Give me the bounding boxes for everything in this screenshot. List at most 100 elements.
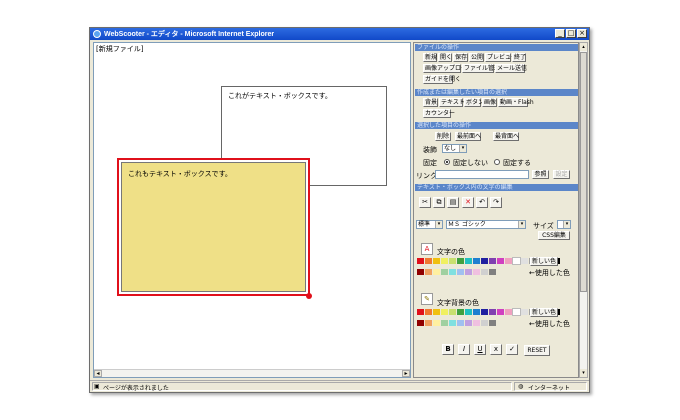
redo-icon[interactable]: ↷ xyxy=(490,197,502,208)
scroll-left-icon[interactable]: ◂ xyxy=(94,370,102,377)
delete-icon[interactable]: ✕ xyxy=(462,197,474,208)
color-swatch[interactable] xyxy=(489,320,496,326)
used-bg-color-palette[interactable] xyxy=(417,320,497,326)
text-button[interactable]: テキスト xyxy=(439,98,465,107)
size-select[interactable]: ▾ xyxy=(557,220,571,229)
video-flash-button[interactable]: 動画・Flash xyxy=(498,98,534,107)
color-swatch[interactable] xyxy=(457,309,464,315)
send-back-button[interactable]: 最背面へ xyxy=(493,132,519,141)
highlighter-icon[interactable]: ✎ xyxy=(421,293,433,305)
text-color-icon[interactable]: A xyxy=(421,243,433,255)
resize-handle[interactable] xyxy=(306,293,312,299)
color-swatch[interactable] xyxy=(481,269,488,275)
editor-canvas[interactable]: [新規ファイル] これがテキスト・ボックスです。 これもテキスト・ボックスです。… xyxy=(93,42,411,378)
image-upload-button[interactable]: 画像アップロード xyxy=(423,64,473,73)
color-swatch[interactable] xyxy=(481,320,488,326)
color-swatch[interactable] xyxy=(425,320,432,326)
bold-button[interactable]: B xyxy=(442,344,454,355)
color-swatch[interactable] xyxy=(433,269,440,275)
color-swatch[interactable] xyxy=(481,309,488,315)
color-swatch[interactable] xyxy=(465,258,472,264)
color-swatch[interactable] xyxy=(505,309,512,315)
color-swatch[interactable] xyxy=(497,309,504,315)
color-swatch[interactable] xyxy=(417,258,424,264)
publish-button[interactable]: 公開 xyxy=(469,53,484,62)
color-swatch[interactable] xyxy=(457,258,464,264)
color-swatch[interactable] xyxy=(441,309,448,315)
font-size-select[interactable]: 標準 ▾ xyxy=(416,220,443,229)
color-swatch[interactable] xyxy=(489,258,496,264)
cut-icon[interactable]: ✂ xyxy=(419,197,431,208)
exit-button[interactable]: 終了 xyxy=(512,53,526,62)
color-swatch[interactable] xyxy=(433,258,440,264)
bring-front-button[interactable]: 最前面へ xyxy=(455,132,481,141)
scroll-right-icon[interactable]: ▸ xyxy=(402,370,410,377)
color-swatch[interactable] xyxy=(457,269,464,275)
color-swatch[interactable] xyxy=(481,258,488,264)
color-swatch[interactable] xyxy=(425,258,432,264)
color-swatch[interactable] xyxy=(417,309,424,315)
color-swatch[interactable] xyxy=(465,320,472,326)
color-swatch[interactable] xyxy=(512,308,521,316)
horizontal-scrollbar[interactable]: ◂ ▸ xyxy=(94,369,410,377)
background-button[interactable]: 背景 xyxy=(423,98,438,107)
fix-on-radio[interactable] xyxy=(494,159,500,165)
color-swatch[interactable] xyxy=(433,309,440,315)
color-swatch[interactable] xyxy=(473,258,480,264)
color-swatch[interactable] xyxy=(425,269,432,275)
file-manager-button[interactable]: ファイル管理 xyxy=(462,64,500,73)
undo-icon[interactable]: ↶ xyxy=(476,197,488,208)
open-button[interactable]: 開く xyxy=(438,53,452,62)
color-swatch[interactable] xyxy=(417,269,424,275)
color-swatch[interactable] xyxy=(512,257,521,265)
color-swatch[interactable] xyxy=(449,309,456,315)
paste-icon[interactable]: ▤ xyxy=(447,197,459,208)
css-edit-button[interactable]: CSS編集 xyxy=(538,231,570,240)
color-swatch[interactable] xyxy=(449,269,456,275)
color-swatch[interactable] xyxy=(441,258,448,264)
close-button[interactable]: × xyxy=(577,29,587,38)
color-swatch[interactable] xyxy=(505,258,512,264)
panel-scrollbar[interactable]: ▴ ▾ xyxy=(579,42,588,378)
color-swatch[interactable] xyxy=(473,269,480,275)
color-swatch[interactable] xyxy=(441,320,448,326)
send-mail-button[interactable]: メール送信 xyxy=(495,64,527,73)
font-family-select[interactable]: ＭＳ ゴシック ▾ xyxy=(446,220,526,229)
link-input[interactable] xyxy=(435,170,529,179)
color-swatch[interactable] xyxy=(449,258,456,264)
color-swatch[interactable] xyxy=(441,269,448,275)
title-bar[interactable]: WebScooter - エディタ - Microsoft Internet E… xyxy=(90,28,589,40)
set-button[interactable]: 設定 xyxy=(553,170,570,179)
minimize-button[interactable]: _ xyxy=(555,29,565,38)
maximize-button[interactable]: □ xyxy=(566,29,576,38)
check-button[interactable]: ✓ xyxy=(506,344,518,355)
used-text-color-palette[interactable] xyxy=(417,269,497,275)
color-swatch[interactable] xyxy=(497,258,504,264)
new-bg-color-button[interactable]: 新しい色 xyxy=(530,308,558,317)
browse-button[interactable]: 参照 xyxy=(532,170,549,179)
decoration-select[interactable]: なし ▾ xyxy=(442,144,467,153)
color-swatch[interactable] xyxy=(473,320,480,326)
save-button[interactable]: 保存 xyxy=(453,53,468,62)
color-swatch[interactable] xyxy=(457,320,464,326)
color-swatch[interactable] xyxy=(449,320,456,326)
subscript-button[interactable]: x xyxy=(490,344,502,355)
color-swatch[interactable] xyxy=(473,309,480,315)
color-swatch[interactable] xyxy=(465,309,472,315)
italic-button[interactable]: I xyxy=(458,344,470,355)
selected-text-box-body[interactable]: これもテキスト・ボックスです。 xyxy=(121,162,306,292)
color-swatch[interactable] xyxy=(433,320,440,326)
color-swatch[interactable] xyxy=(417,320,424,326)
open-guide-button[interactable]: ガイドを開く xyxy=(423,75,461,84)
color-swatch[interactable] xyxy=(425,309,432,315)
scroll-thumb[interactable] xyxy=(580,52,587,292)
preview-button[interactable]: プレビュー xyxy=(485,53,517,62)
color-swatch[interactable] xyxy=(465,269,472,275)
button-button[interactable]: ボタン xyxy=(464,98,484,107)
new-text-color-button[interactable]: 新しい色 xyxy=(530,257,558,266)
color-swatch[interactable] xyxy=(489,309,496,315)
scroll-up-icon[interactable]: ▴ xyxy=(580,43,587,51)
color-swatch[interactable] xyxy=(521,258,528,264)
image-button[interactable]: 画像 xyxy=(482,98,497,107)
color-swatch[interactable] xyxy=(489,269,496,275)
